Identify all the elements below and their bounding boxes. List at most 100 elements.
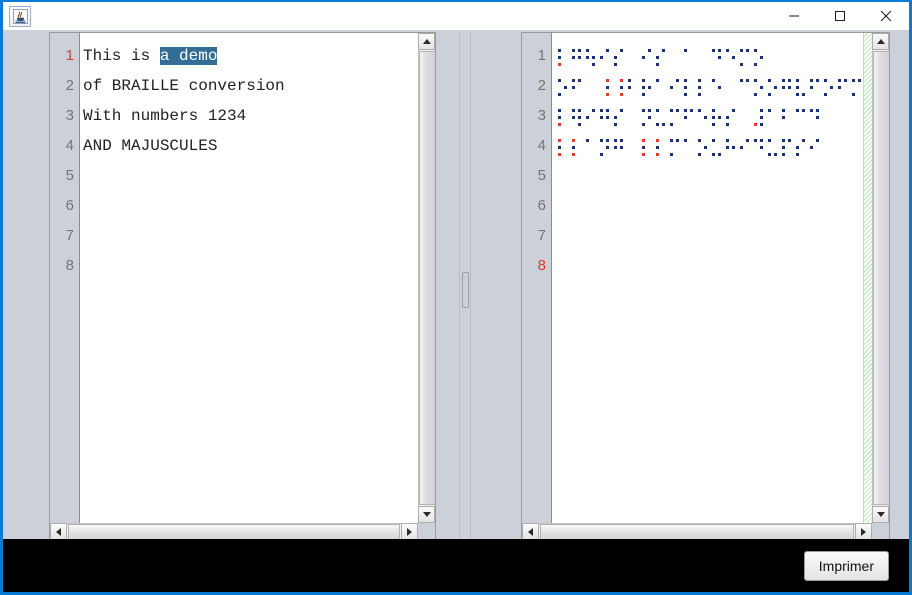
braille-cell xyxy=(710,106,724,127)
braille-horizontal-scrollbar[interactable] xyxy=(522,523,872,540)
braille-dot xyxy=(754,48,757,52)
braille-dot xyxy=(796,92,799,96)
vertical-scroll-thumb[interactable] xyxy=(419,51,435,505)
minimize-button[interactable] xyxy=(771,2,817,30)
arrow-left-icon xyxy=(56,527,61,536)
braille-cell xyxy=(668,106,682,127)
braille-dot xyxy=(606,48,609,52)
scroll-right-button[interactable] xyxy=(401,523,418,540)
braille-cell xyxy=(710,76,724,97)
scroll-up-button[interactable] xyxy=(418,33,435,50)
braille-dot xyxy=(676,78,679,82)
braille-dot xyxy=(656,138,659,142)
braille-dot xyxy=(578,78,581,82)
source-horizontal-scrollbar[interactable] xyxy=(50,523,418,540)
braille-dot xyxy=(572,152,575,156)
braille-cell xyxy=(640,136,654,157)
braille-cell xyxy=(850,76,864,97)
braille-dot xyxy=(564,85,567,89)
braille-dot xyxy=(558,152,561,156)
braille-cell xyxy=(724,46,738,67)
maximize-button[interactable] xyxy=(817,2,863,30)
braille-dot xyxy=(656,78,659,82)
braille-dot xyxy=(740,62,743,66)
braille-dot xyxy=(816,108,819,112)
braille-cell xyxy=(724,76,738,97)
braille-cell xyxy=(584,136,598,157)
braille-dot xyxy=(718,152,721,156)
braille-dot xyxy=(628,78,631,82)
braille-dot xyxy=(768,108,771,112)
braille-dot xyxy=(656,55,659,59)
braille-dot xyxy=(760,115,763,119)
line-number: 6 xyxy=(537,197,546,214)
source-text-line xyxy=(80,161,418,191)
braille-dot xyxy=(558,55,561,59)
braille-dot xyxy=(838,78,841,82)
braille-dot xyxy=(754,92,757,96)
braille-cell xyxy=(794,136,808,157)
braille-dot xyxy=(606,78,609,82)
braille-dot xyxy=(698,85,701,89)
braille-dot xyxy=(670,85,673,89)
scroll-up-button[interactable] xyxy=(872,33,889,50)
braille-vertical-scrollbar[interactable] xyxy=(872,33,889,523)
scroll-left-button[interactable] xyxy=(50,523,67,540)
braille-cell xyxy=(612,46,626,67)
braille-dot xyxy=(620,48,623,52)
braille-cell xyxy=(696,46,710,67)
braille-cell xyxy=(570,106,584,127)
print-button[interactable]: Imprimer xyxy=(803,550,889,581)
braille-dot xyxy=(746,78,749,82)
braille-cell xyxy=(836,76,850,97)
braille-cell xyxy=(584,46,598,67)
braille-cell xyxy=(654,136,668,157)
braille-cell xyxy=(710,46,724,67)
braille-dot xyxy=(726,138,729,142)
braille-cell xyxy=(766,136,780,157)
braille-dot xyxy=(572,48,575,52)
line-number: 3 xyxy=(537,107,546,124)
braille-dot xyxy=(754,62,757,66)
vertical-scroll-thumb[interactable] xyxy=(873,51,889,505)
braille-dot xyxy=(802,138,805,142)
split-pane-divider[interactable] xyxy=(459,32,471,547)
scroll-down-button[interactable] xyxy=(872,506,889,523)
source-text-line: AND MAJUSCULES xyxy=(80,131,418,161)
close-button[interactable] xyxy=(863,2,909,30)
braille-cell xyxy=(780,106,794,127)
braille-dot xyxy=(718,85,721,89)
braille-cell xyxy=(682,136,696,157)
braille-cell xyxy=(556,76,570,97)
scroll-right-button[interactable] xyxy=(855,523,872,540)
braille-dot xyxy=(558,48,561,52)
left-pane: 1 2 3 4 5 6 7 8 This is a demo of BRAILLE conver… xyxy=(49,32,436,547)
scroll-down-button[interactable] xyxy=(418,506,435,523)
braille-cell xyxy=(640,46,654,67)
source-text-input[interactable]: This is a demo of BRAILLE conversion With … xyxy=(80,33,418,523)
braille-dot xyxy=(754,122,757,126)
braille-line xyxy=(552,71,872,101)
braille-dot xyxy=(572,78,575,82)
braille-text-output[interactable] xyxy=(552,33,872,523)
braille-dot xyxy=(586,55,589,59)
scroll-left-button[interactable] xyxy=(522,523,539,540)
braille-cell xyxy=(626,136,640,157)
braille-dot xyxy=(726,115,729,119)
braille-cell xyxy=(640,76,654,97)
braille-cell xyxy=(766,76,780,97)
braille-dot xyxy=(802,92,805,96)
braille-dot xyxy=(600,108,603,112)
braille-dot xyxy=(760,108,763,112)
braille-line xyxy=(552,101,872,131)
braille-cell xyxy=(752,76,766,97)
braille-dot xyxy=(746,138,749,142)
text-run: of BRAILLE conversion xyxy=(83,77,285,95)
braille-dot xyxy=(656,62,659,66)
source-vertical-scrollbar[interactable] xyxy=(418,33,435,523)
braille-dot xyxy=(578,55,581,59)
braille-dot xyxy=(810,85,813,89)
selected-text: a demo xyxy=(159,47,218,65)
divider-grip-handle[interactable] xyxy=(461,271,469,308)
arrow-down-icon xyxy=(422,512,431,517)
